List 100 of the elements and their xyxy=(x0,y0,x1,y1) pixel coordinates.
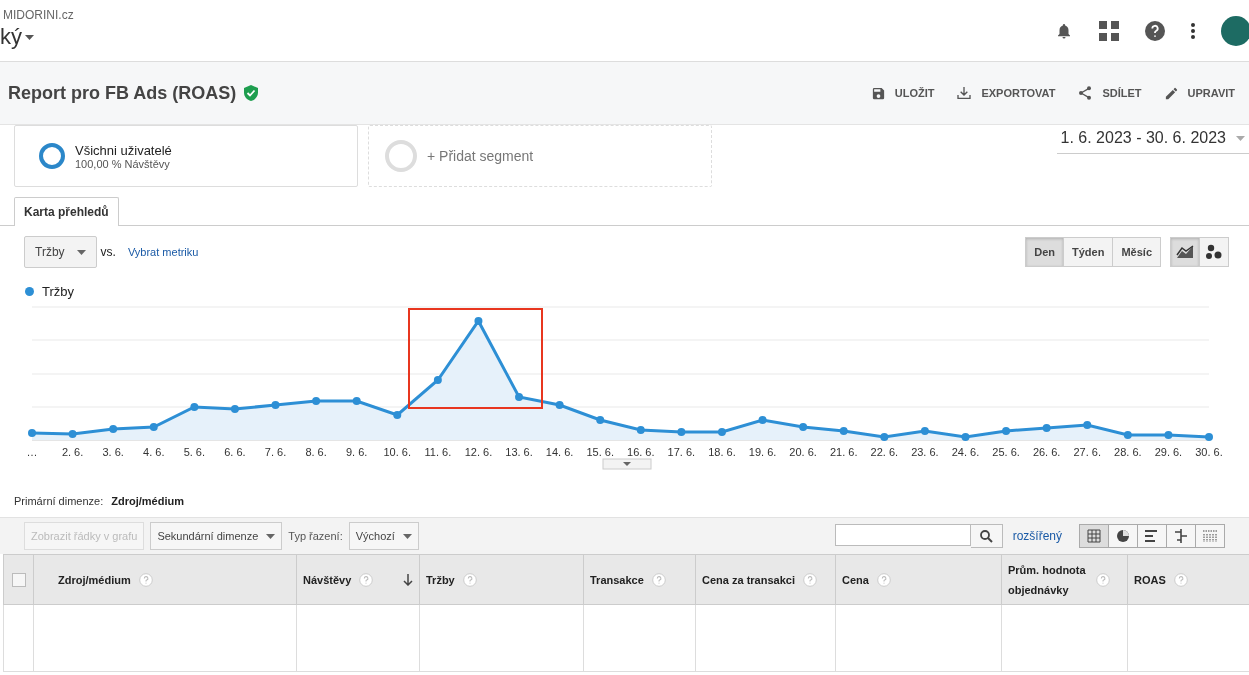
search-field[interactable] xyxy=(834,524,971,546)
data-point xyxy=(149,423,158,431)
data-point xyxy=(636,426,645,434)
edit-button[interactable]: UPRAVIT xyxy=(1163,85,1235,101)
apps-grid-icon[interactable] xyxy=(1099,20,1119,41)
axis-label: 8. 6. xyxy=(305,446,327,458)
sort-arrow-icon[interactable] xyxy=(403,573,413,586)
avatar[interactable] xyxy=(1221,15,1249,46)
axis-label: 3. 6. xyxy=(102,446,124,458)
axis-label: 5. 6. xyxy=(183,446,206,458)
data-point xyxy=(1002,427,1011,435)
column-header[interactable]: Návštěvy xyxy=(303,569,352,590)
axis-label: 13. 6. xyxy=(505,446,533,458)
data-point xyxy=(920,427,929,435)
axis-label: 4. 6. xyxy=(143,446,165,458)
data-point xyxy=(799,423,808,431)
axis-label: 11. 6. xyxy=(424,446,452,458)
axis-label: … xyxy=(26,446,38,458)
column-header[interactable]: ROAS xyxy=(1134,569,1166,590)
pivot-icon xyxy=(1202,530,1218,542)
tab[interactable]: Karta přehledů xyxy=(14,197,119,226)
axis-label: 22. 6. xyxy=(870,446,899,458)
export-button[interactable]: EXPORTOVAT xyxy=(956,85,1056,101)
axis-label: 20. 6. xyxy=(789,446,817,458)
primary-dimension-value[interactable]: Zdroj/médium xyxy=(111,495,184,511)
data-point xyxy=(352,397,361,405)
data-point xyxy=(271,401,280,409)
axis-label: 15. 6. xyxy=(586,446,614,458)
axis-label: 2. 6. xyxy=(61,446,84,458)
checkbox[interactable] xyxy=(11,572,26,587)
data-point xyxy=(515,393,524,401)
axis-label: 6. 6. xyxy=(224,446,246,458)
view-selector[interactable]: ký xyxy=(0,24,22,50)
legend-label: Tržby xyxy=(42,284,75,299)
view-button[interactable] xyxy=(1079,524,1109,548)
axis-label: 9. 6. xyxy=(346,446,368,458)
data-point xyxy=(1123,431,1132,439)
axis-label: 25. 6. xyxy=(992,446,1020,458)
secondary-dimension-dropdown[interactable]: Sekundární dimenze xyxy=(150,522,283,550)
add-segment-button[interactable]: + Přidat segment xyxy=(368,125,712,187)
data-point xyxy=(555,401,564,409)
axis-label: 26. 6. xyxy=(1032,446,1061,458)
data-point xyxy=(717,428,726,436)
data-point xyxy=(312,397,321,405)
data-point xyxy=(109,425,118,433)
line-chart-icon xyxy=(1176,245,1194,259)
legend-dot-icon xyxy=(25,287,34,296)
segment-card[interactable]: Všichni uživatelé 100,00 % Návštěvy xyxy=(14,125,358,187)
axis-label: 14. 6. xyxy=(545,446,574,458)
select-metric-link[interactable]: Vybrat metriku xyxy=(127,246,199,258)
ring-icon xyxy=(39,143,65,169)
granularity-button[interactable]: Měsíc xyxy=(1112,237,1161,267)
chart-type-button[interactable] xyxy=(1170,237,1200,267)
save-button[interactable]: ULOŽIT xyxy=(870,85,935,101)
ring-icon xyxy=(385,140,417,172)
collapse-handle[interactable] xyxy=(602,458,652,470)
axis-label: 28. 6. xyxy=(1114,446,1142,458)
data-point xyxy=(190,403,199,411)
date-range-picker[interactable]: 1. 6. 2023 - 30. 6. 2023 xyxy=(1056,129,1249,154)
sort-type-dropdown[interactable]: Výchozí xyxy=(348,522,419,550)
report-title: Report pro FB Ads (ROAS) xyxy=(8,82,237,104)
caret-icon xyxy=(76,249,86,255)
metric-dropdown[interactable]: Tržby xyxy=(24,236,97,268)
view-button[interactable] xyxy=(1108,524,1138,548)
chart-type-button[interactable] xyxy=(1199,237,1229,267)
axis-label: 29. 6. xyxy=(1154,446,1183,458)
column-header[interactable]: Transakce xyxy=(590,569,644,590)
search-button[interactable] xyxy=(970,524,1003,548)
pencil-icon xyxy=(1163,85,1179,101)
vs-label: vs. xyxy=(100,245,116,259)
data-point xyxy=(1083,421,1092,429)
axis-label: 16. 6. xyxy=(627,446,655,458)
axis-label: 27. 6. xyxy=(1073,446,1101,458)
data-point xyxy=(433,376,442,384)
data-point xyxy=(880,433,889,441)
search-icon xyxy=(979,529,993,543)
column-header[interactable]: Zdroj/médium xyxy=(58,569,131,590)
advanced-link[interactable]: rozšířený xyxy=(1012,529,1062,543)
axis-label: 21. 6. xyxy=(829,446,858,458)
comparison-icon xyxy=(1174,529,1188,543)
pie-chart-icon xyxy=(1116,529,1130,543)
bubbles-icon xyxy=(1205,244,1223,260)
view-button[interactable] xyxy=(1137,524,1167,548)
data-point xyxy=(474,317,483,325)
share-button[interactable]: SDÍLET xyxy=(1077,85,1142,101)
help-icon[interactable] xyxy=(1145,20,1165,41)
granularity-button[interactable]: Týden xyxy=(1063,237,1114,267)
axis-label: 18. 6. xyxy=(708,446,736,458)
grid-icon xyxy=(1087,529,1101,543)
bar-chart-icon xyxy=(1145,530,1159,542)
sort-type-label: Typ řazení: xyxy=(288,530,343,542)
data-point xyxy=(68,430,77,438)
view-button[interactable] xyxy=(1166,524,1196,548)
caret-icon xyxy=(1236,135,1245,141)
data-point xyxy=(758,416,767,424)
data-point xyxy=(230,405,239,413)
column-header[interactable]: Cena xyxy=(842,569,869,590)
granularity-button[interactable]: Den xyxy=(1025,237,1064,267)
column-header[interactable]: Tržby xyxy=(426,569,455,590)
more-icon[interactable] xyxy=(1191,22,1195,39)
